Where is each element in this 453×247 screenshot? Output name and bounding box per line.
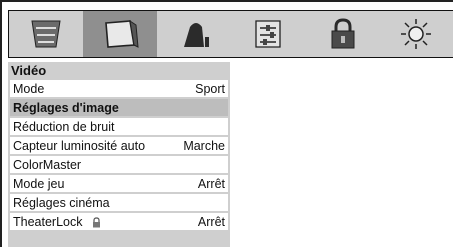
left-border (0, 0, 2, 247)
menu-item-value: Marche (183, 138, 225, 153)
setup-menu-icon (31, 20, 61, 48)
menu-item-label-group: TheaterLock (13, 215, 101, 229)
preferences-settings-icon (255, 20, 281, 48)
menu-item-label: ColorMaster (13, 157, 82, 172)
menu-item-label: TheaterLock (13, 214, 83, 229)
menu-icon-bar (8, 10, 453, 58)
tab-brightness[interactable] (379, 11, 453, 57)
brightness-sun-icon (401, 19, 431, 49)
menu-title: Vidéo (11, 63, 47, 78)
tv-menu-screen: Vidéo Mode Sport Réglages d'image Réduct… (0, 0, 453, 247)
tab-audio[interactable] (157, 11, 231, 57)
menu-item-label: Mode jeu (13, 176, 65, 191)
menu-item-label: Réglages d'image (13, 100, 119, 115)
menu-item-noise-reduction[interactable]: Réduction de bruit (10, 118, 228, 135)
top-border (0, 0, 453, 2)
video-menu-panel: Vidéo Mode Sport Réglages d'image Réduct… (8, 62, 230, 247)
menu-item-game-mode[interactable]: Mode jeu Arrêt (10, 175, 228, 192)
menu-item-auto-brightness-sensor[interactable]: Capteur luminosité auto Marche (10, 137, 228, 154)
menu-item-label: Réduction de bruit (13, 119, 115, 134)
menu-item-mode[interactable]: Mode Sport (10, 80, 228, 97)
tab-video[interactable] (83, 11, 157, 57)
menu-item-cinema-settings[interactable]: Réglages cinéma (10, 194, 228, 211)
tab-setup[interactable] (9, 11, 83, 57)
video-picture-icon (105, 19, 139, 48)
tab-lock[interactable] (305, 11, 379, 57)
menu-item-value: Arrêt (197, 214, 225, 229)
menu-item-picture-settings[interactable]: Réglages d'image (10, 99, 228, 116)
menu-item-label: Réglages cinéma (13, 195, 110, 210)
tab-preferences[interactable] (231, 11, 305, 57)
menu-item-value: Arrêt (197, 176, 225, 191)
audio-speaker-icon (184, 23, 209, 47)
menu-item-theaterlock[interactable]: TheaterLock Arrêt (10, 213, 228, 230)
menu-item-colormaster[interactable]: ColorMaster (10, 156, 228, 173)
lock-icon (92, 217, 100, 228)
menu-item-value: Sport (195, 81, 225, 96)
lock-icon (331, 18, 355, 49)
menu-item-label: Mode (13, 81, 45, 96)
menu-item-label: Capteur luminosité auto (13, 138, 146, 153)
